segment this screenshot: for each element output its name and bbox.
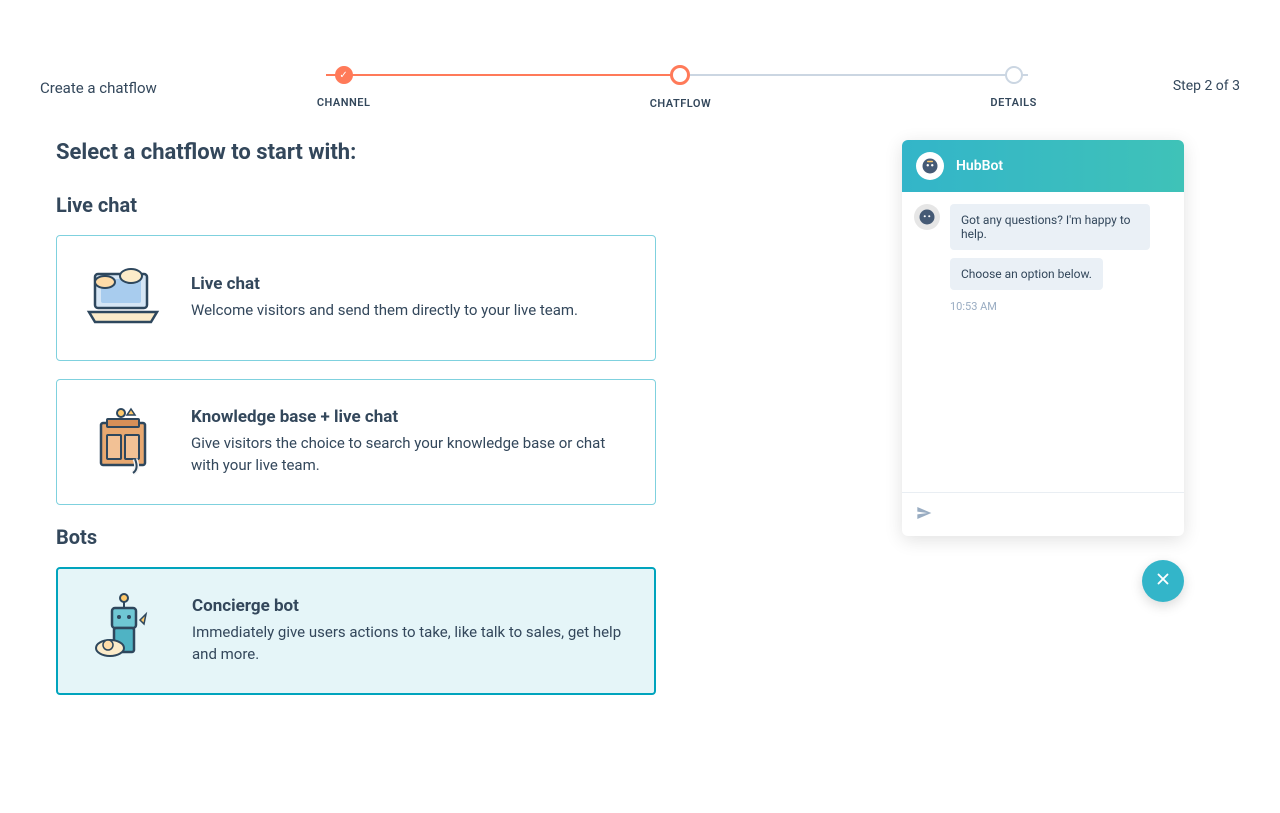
card-title: Live chat bbox=[191, 274, 629, 294]
card-title: Knowledge base + live chat bbox=[191, 407, 629, 427]
step-label: DETAILS bbox=[990, 96, 1036, 109]
wizard-title: Create a chatflow bbox=[40, 79, 157, 97]
step-channel[interactable]: ✓ CHANNEL bbox=[317, 66, 371, 109]
stepper-line-pending bbox=[677, 74, 1028, 76]
preview-column: HubBot Got any questions? I'm happy to h… bbox=[696, 140, 1224, 713]
bot-name: HubBot bbox=[956, 158, 1003, 174]
card-desc: Give visitors the choice to search your … bbox=[191, 433, 629, 477]
card-desc: Welcome visitors and send them directly … bbox=[191, 300, 629, 322]
step-dot-pending bbox=[1005, 66, 1023, 84]
stepper: ✓ CHANNEL CHATFLOW DETAILS bbox=[317, 65, 1037, 110]
chat-body: Got any questions? I'm happy to help. Ch… bbox=[902, 192, 1184, 492]
wizard-header: Create a chatflow ✓ CHANNEL CHATFLOW DET… bbox=[0, 0, 1280, 140]
chat-message: Choose an option below. bbox=[950, 258, 1103, 290]
card-live-chat[interactable]: Live chat Welcome visitors and send them… bbox=[56, 235, 656, 361]
group-heading-bots: Bots bbox=[56, 525, 656, 549]
chat-input-area[interactable] bbox=[902, 492, 1184, 536]
step-dot-active bbox=[670, 65, 690, 85]
card-text: Knowledge base + live chat Give visitors… bbox=[191, 407, 629, 477]
chat-message: Got any questions? I'm happy to help. bbox=[950, 204, 1150, 250]
chat-preview: HubBot Got any questions? I'm happy to h… bbox=[902, 140, 1184, 536]
close-chat-button[interactable] bbox=[1142, 560, 1184, 602]
step-label: CHATFLOW bbox=[650, 97, 711, 110]
robot-icon bbox=[84, 591, 164, 671]
card-concierge-bot[interactable]: Concierge bot Immediately give users act… bbox=[56, 567, 656, 695]
card-knowledge-base[interactable]: Knowledge base + live chat Give visitors… bbox=[56, 379, 656, 505]
main-content: Select a chatflow to start with: Live ch… bbox=[0, 140, 1280, 713]
stepper-line-done bbox=[326, 74, 677, 76]
step-label: CHANNEL bbox=[317, 96, 371, 109]
card-text: Concierge bot Immediately give users act… bbox=[192, 596, 628, 666]
step-indicator: Step 2 of 3 bbox=[1173, 78, 1240, 94]
group-heading-live-chat: Live chat bbox=[56, 193, 656, 217]
card-desc: Immediately give users actions to take, … bbox=[192, 622, 628, 666]
card-title: Concierge bot bbox=[192, 596, 628, 616]
step-details[interactable]: DETAILS bbox=[990, 66, 1036, 109]
close-icon bbox=[1154, 570, 1172, 592]
message-avatar-icon bbox=[914, 204, 940, 230]
chat-header: HubBot bbox=[902, 140, 1184, 192]
step-chatflow[interactable]: CHATFLOW bbox=[650, 65, 711, 110]
check-icon: ✓ bbox=[335, 66, 353, 84]
laptop-chat-icon bbox=[83, 258, 163, 338]
chat-timestamp: 10:53 AM bbox=[950, 300, 1172, 313]
knowledge-base-icon bbox=[83, 402, 163, 482]
bot-avatar-icon bbox=[916, 152, 944, 180]
card-text: Live chat Welcome visitors and send them… bbox=[191, 274, 629, 322]
selection-column: Select a chatflow to start with: Live ch… bbox=[56, 140, 656, 713]
chat-messages: Got any questions? I'm happy to help. Ch… bbox=[950, 204, 1172, 480]
send-icon[interactable] bbox=[916, 505, 932, 525]
section-heading: Select a chatflow to start with: bbox=[56, 140, 656, 165]
